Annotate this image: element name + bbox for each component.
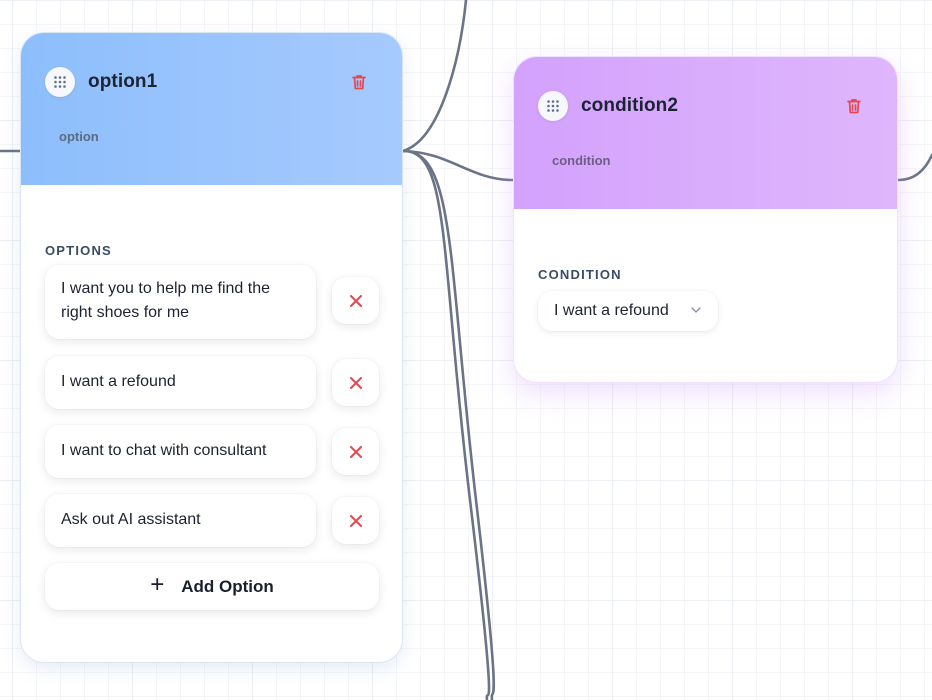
option-node[interactable]: option1 option OPTIONS I want you to hel… bbox=[20, 32, 403, 663]
remove-option-button[interactable] bbox=[332, 497, 379, 544]
node-title: condition2 bbox=[581, 95, 679, 116]
close-x-icon bbox=[349, 445, 362, 458]
close-x-icon bbox=[349, 294, 362, 307]
option-row: Ask out AI assistant bbox=[45, 494, 379, 547]
option-input[interactable]: I want a refound bbox=[45, 356, 316, 409]
option-text-line: I want to chat with consultant bbox=[61, 442, 267, 459]
delete-node-button[interactable] bbox=[349, 72, 369, 92]
drag-grid-icon bbox=[54, 76, 66, 88]
option-row: I want a refound bbox=[45, 356, 379, 409]
delete-node-button[interactable] bbox=[844, 96, 864, 116]
option-row: I want to chat with consultant bbox=[45, 425, 379, 478]
remove-option-button[interactable] bbox=[332, 277, 379, 324]
node-title: option1 bbox=[88, 71, 158, 92]
node-type-label: condition bbox=[552, 153, 611, 168]
condition-select[interactable]: I want a refound bbox=[538, 291, 718, 331]
condition-selected-value: I want a refound bbox=[554, 302, 669, 319]
drag-grid-icon bbox=[547, 100, 559, 112]
node-type-label: option bbox=[59, 129, 99, 144]
option-text-line: I want you to help me find the bbox=[61, 280, 271, 297]
option-text-line: I want a refound bbox=[61, 373, 176, 390]
option-node-header[interactable]: option1 option bbox=[21, 33, 402, 185]
drag-handle[interactable] bbox=[45, 67, 75, 97]
add-option-label: Add Option bbox=[181, 576, 274, 596]
edge-to-top[interactable] bbox=[401, 0, 468, 153]
close-x-icon bbox=[349, 514, 362, 527]
close-x-icon bbox=[349, 376, 362, 389]
plus-icon: + bbox=[150, 571, 165, 598]
trash-icon bbox=[352, 75, 366, 90]
remove-option-button[interactable] bbox=[332, 428, 379, 475]
edge-down-1[interactable] bbox=[401, 149, 491, 700]
option-text-line: Ask out AI assistant bbox=[61, 511, 201, 528]
condition-section-label: CONDITION bbox=[538, 267, 622, 282]
edge-condition-out[interactable] bbox=[896, 153, 932, 182]
condition-node-header[interactable]: condition2 condition bbox=[514, 57, 897, 209]
option-input[interactable]: I want to chat with consultant bbox=[45, 425, 316, 478]
condition-node[interactable]: condition2 condition CONDITION I want a … bbox=[513, 56, 898, 383]
option-input[interactable]: I want you to help me find the right sho… bbox=[45, 265, 316, 339]
add-option-button[interactable]: + Add Option bbox=[45, 563, 379, 610]
trash-icon bbox=[847, 99, 861, 114]
option-input[interactable]: Ask out AI assistant bbox=[45, 494, 316, 547]
option-row: I want you to help me find the right sho… bbox=[45, 265, 379, 339]
remove-option-button[interactable] bbox=[332, 359, 379, 406]
edge-down-2[interactable] bbox=[401, 149, 496, 700]
option-text-line: right shoes for me bbox=[61, 304, 190, 321]
options-section-label: OPTIONS bbox=[45, 243, 112, 258]
chevron-down-icon bbox=[691, 307, 701, 313]
drag-handle[interactable] bbox=[538, 91, 568, 121]
